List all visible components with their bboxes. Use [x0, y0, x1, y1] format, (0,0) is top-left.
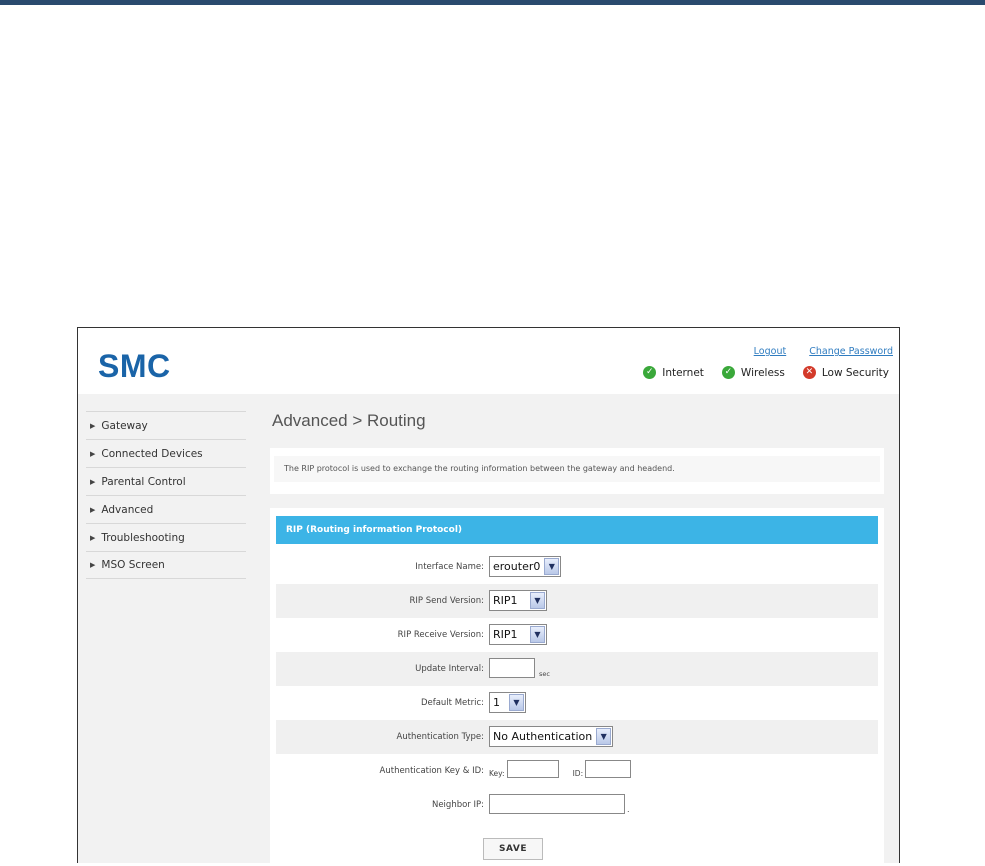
row-interface-name: Interface Name: erouter0 ▼: [276, 550, 878, 584]
chevron-down-icon: ▼: [530, 626, 545, 643]
row-default-metric: Default Metric: 1 ▼: [276, 686, 878, 720]
send-version-label: RIP Send Version:: [409, 596, 484, 606]
chevron-right-icon: ▶: [90, 533, 96, 542]
receive-version-label: RIP Receive Version:: [397, 630, 484, 640]
sidebar-item-troubleshooting[interactable]: ▶ Troubleshooting: [86, 523, 246, 551]
sidebar-item-connected-devices[interactable]: ▶ Connected Devices: [86, 439, 246, 467]
status-wireless: ✓ Wireless: [721, 366, 785, 379]
auth-id-label: ID:: [572, 769, 584, 778]
auth-key-input[interactable]: [506, 760, 559, 778]
smc-logo: SMC: [98, 348, 171, 384]
sidebar-item-parental-control[interactable]: ▶ Parental Control: [86, 467, 246, 495]
status-label: Low Security: [821, 366, 889, 379]
change-password-link[interactable]: Change Password: [809, 346, 893, 357]
select-value: RIP1: [493, 594, 518, 607]
sidebar-item-mso-screen[interactable]: ▶ MSO Screen: [86, 551, 246, 579]
chevron-down-icon: ▼: [530, 592, 545, 609]
app-window: SMC Logout Change Password ✓ Internet ✓ …: [77, 327, 900, 863]
page-title: Advanced > Routing: [272, 411, 426, 430]
update-interval-input[interactable]: [489, 658, 535, 678]
sidebar-item-label: Advanced: [101, 503, 154, 516]
send-version-select[interactable]: RIP1 ▼: [489, 590, 547, 611]
neighbor-ip-input[interactable]: [489, 794, 625, 814]
chevron-down-icon: ▼: [596, 728, 612, 745]
check-circle-icon: ✓: [643, 366, 657, 379]
interface-name-label: Interface Name:: [415, 562, 484, 572]
logout-link[interactable]: Logout: [754, 346, 787, 357]
sidebar-item-label: Connected Devices: [101, 447, 203, 460]
chevron-down-icon: ▼: [544, 558, 560, 575]
status-security: ✕ Low Security: [802, 366, 889, 379]
row-update-interval: Update Interval: sec: [276, 652, 878, 686]
status-label: Internet: [662, 366, 704, 379]
sidebar-item-advanced[interactable]: ▶ Advanced: [86, 495, 246, 523]
chevron-right-icon: ▶: [90, 477, 96, 486]
sidebar-item-label: Gateway: [101, 419, 148, 432]
sidebar-item-label: Parental Control: [101, 475, 186, 488]
row-send-version: RIP Send Version: RIP1 ▼: [276, 584, 878, 618]
row-receive-version: RIP Receive Version: RIP1 ▼: [276, 618, 878, 652]
select-value: 1: [493, 696, 500, 709]
chevron-right-icon: ▶: [90, 449, 96, 458]
account-links: Logout Change Password: [734, 346, 893, 357]
auth-type-select[interactable]: No Authentication ▼: [489, 726, 614, 747]
update-interval-unit: sec: [539, 670, 550, 678]
chevron-down-icon: ▼: [509, 694, 524, 711]
auth-key-label: Key:: [489, 769, 505, 778]
row-neighbor-ip: Neighbor IP: .: [276, 788, 878, 822]
check-circle-icon: ✓: [721, 366, 735, 379]
neighbor-ip-label: Neighbor IP:: [431, 800, 484, 810]
chevron-right-icon: ▶: [90, 561, 96, 569]
x-circle-icon: ✕: [802, 366, 816, 379]
update-interval-label: Update Interval:: [415, 664, 484, 674]
panel-heading: RIP (Routing information Protocol): [276, 516, 878, 544]
row-auth-key-id: Authentication Key & ID: Key: ID:: [276, 754, 878, 788]
chevron-right-icon: ▶: [90, 505, 96, 514]
default-metric-select[interactable]: 1 ▼: [489, 692, 526, 713]
auth-type-label: Authentication Type:: [396, 732, 485, 742]
header: SMC Logout Change Password ✓ Internet ✓ …: [78, 328, 899, 394]
status-internet: ✓ Internet: [643, 366, 704, 379]
status-bar: ✓ Internet ✓ Wireless ✕ Low Security: [643, 366, 889, 379]
row-auth-type: Authentication Type: No Authentication ▼: [276, 720, 878, 754]
auth-key-id-label: Authentication Key & ID:: [379, 766, 484, 776]
receive-version-select[interactable]: RIP1 ▼: [489, 624, 547, 645]
save-button[interactable]: SAVE: [483, 838, 543, 860]
select-value: No Authentication: [493, 730, 593, 743]
select-value: RIP1: [493, 628, 518, 641]
sidebar-item-label: MSO Screen: [101, 559, 165, 571]
description-box: The RIP protocol is used to exchange the…: [270, 448, 884, 494]
sidebar-item-gateway[interactable]: ▶ Gateway: [86, 411, 246, 439]
rip-panel: RIP (Routing information Protocol) Inter…: [270, 508, 884, 863]
description-text: The RIP protocol is used to exchange the…: [274, 456, 880, 482]
status-label: Wireless: [740, 366, 785, 379]
select-value: erouter0: [493, 560, 541, 573]
sidebar-nav: ▶ Gateway ▶ Connected Devices ▶ Parental Co…: [86, 411, 246, 579]
default-metric-label: Default Metric:: [420, 698, 484, 708]
auth-id-input[interactable]: [585, 760, 632, 778]
chevron-right-icon: ▶: [90, 421, 96, 430]
sidebar-item-label: Troubleshooting: [101, 531, 185, 544]
neighbor-ip-suffix: .: [627, 805, 630, 814]
interface-name-select[interactable]: erouter0 ▼: [489, 556, 562, 577]
top-accent-bar: [0, 0, 985, 5]
